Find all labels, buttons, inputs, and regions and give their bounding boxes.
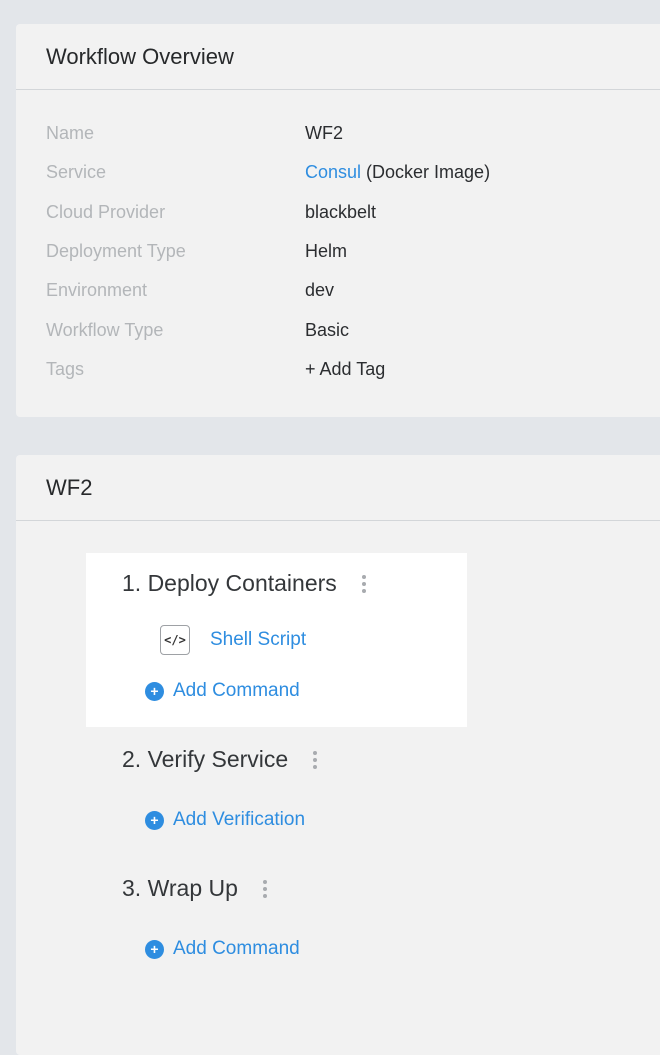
shell-script-command[interactable]: </> Shell Script xyxy=(160,625,306,655)
detail-label: Tags xyxy=(46,358,85,379)
step-wrap-up[interactable]: 3. Wrap Up xyxy=(122,875,270,902)
add-verification-label: Add Verification xyxy=(173,809,306,830)
step-title: 3. Wrap Up xyxy=(122,875,238,901)
plus-circle-icon: + xyxy=(145,810,164,830)
detail-label: Service xyxy=(46,162,107,183)
workflow-title: WF2 xyxy=(16,455,660,521)
workflow-overview-title: Workflow Overview xyxy=(16,24,660,90)
code-icon: </> xyxy=(160,625,190,655)
step-deploy-containers[interactable]: 1. Deploy Containers xyxy=(122,570,369,597)
workflow-steps-card: WF2 1. Deploy Containers </> Shell Scrip… xyxy=(16,455,660,1055)
step-verify-service[interactable]: 2. Verify Service xyxy=(122,746,320,773)
environment-link[interactable]: dev xyxy=(305,280,334,301)
detail-row-environment: Environment dev xyxy=(16,271,660,310)
plus-circle-icon: + xyxy=(145,681,164,701)
detail-row-deployment-type: Deployment Type Helm xyxy=(16,232,660,271)
detail-label: Environment xyxy=(46,280,148,301)
detail-row-workflow-type: Workflow Type Basic xyxy=(16,310,660,349)
add-command-button[interactable]: + Add Command xyxy=(145,680,300,702)
add-command-button[interactable]: + Add Command xyxy=(145,938,300,960)
detail-row-name: Name WF2 xyxy=(16,114,660,153)
service-link[interactable]: Consul xyxy=(305,162,361,182)
workflow-name-value: WF2 xyxy=(305,123,343,144)
detail-label: Deployment Type xyxy=(46,241,186,262)
detail-row-cloud-provider: Cloud Provider blackbelt xyxy=(16,193,660,232)
workflow-type-value: Basic xyxy=(305,319,350,340)
detail-label: Cloud Provider xyxy=(46,201,166,222)
deployment-type-value: Helm xyxy=(305,241,348,262)
cloud-provider-link[interactable]: blackbelt xyxy=(305,202,376,223)
detail-row-service: Service Consul (Docker Image) xyxy=(16,153,660,192)
step-title: 1. Deploy Containers xyxy=(122,570,337,596)
kebab-menu-icon[interactable] xyxy=(260,877,270,901)
add-command-label: Add Command xyxy=(173,680,300,701)
plus-circle-icon: + xyxy=(145,939,164,959)
add-verification-button[interactable]: + Add Verification xyxy=(145,809,305,831)
service-artifact-type: (Docker Image) xyxy=(361,162,491,183)
workflow-steps: 1. Deploy Containers </> Shell Script + … xyxy=(16,521,660,1021)
add-tag-link[interactable]: + Add Tag xyxy=(305,359,385,380)
kebab-menu-icon[interactable] xyxy=(359,572,369,596)
add-command-label: Add Command xyxy=(173,938,300,959)
command-label[interactable]: Shell Script xyxy=(210,629,306,651)
kebab-menu-icon[interactable] xyxy=(310,748,320,772)
workflow-overview-card: Workflow Overview Name WF2 Service Consu… xyxy=(16,24,660,417)
detail-label: Name xyxy=(46,123,95,144)
workflow-details: Name WF2 Service Consul (Docker Image) C… xyxy=(16,90,660,389)
step-title: 2. Verify Service xyxy=(122,746,289,772)
detail-label: Workflow Type xyxy=(46,319,164,340)
detail-row-tags: Tags + Add Tag xyxy=(16,350,660,389)
